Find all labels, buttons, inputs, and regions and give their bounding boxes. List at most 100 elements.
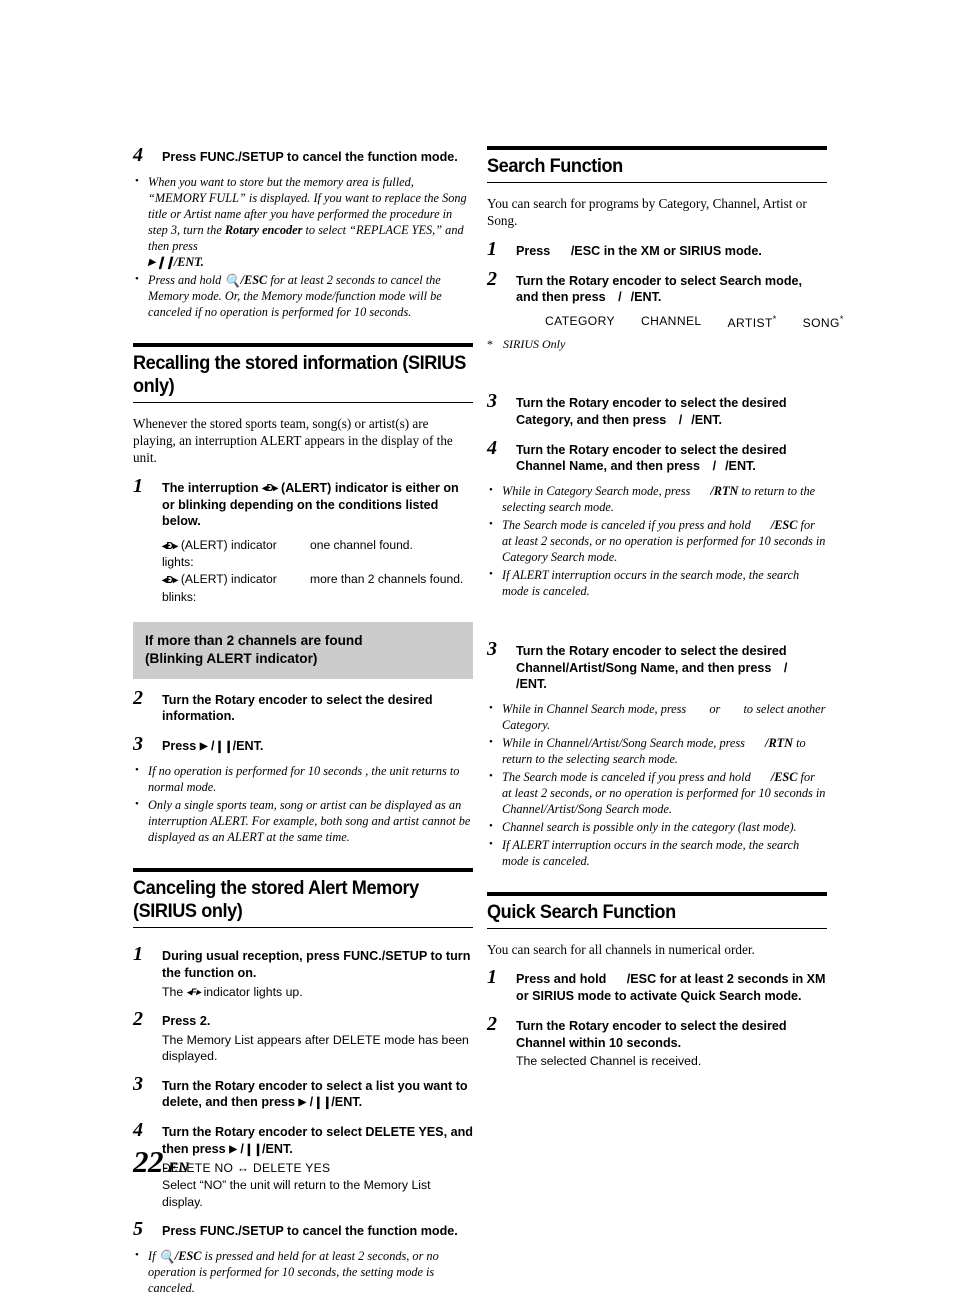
note-text-a: While in Channel/Artist/Song Search mode… [502,736,749,751]
note-text-a: The Search mode is canceled if you press… [502,517,754,532]
search-icon: 🔍 [224,272,241,288]
condition-value: one channel found. [310,538,413,553]
notes-list: While in Channel Search mode, press or t… [487,701,827,870]
alert-indicator-icon: ◂Đ▸ [162,574,178,586]
step-text: Turn the Rotary encoder to select the de… [162,692,473,725]
step-item: 4 Press FUNC./SETUP to cancel the functi… [133,145,473,166]
rotary-encoder-label: Rotary encoder [214,1125,308,1140]
step-text: Press FUNC./SETUP to cancel the function… [162,149,473,166]
note-item: While in Channel Search mode, press or t… [487,701,827,734]
note-item: If no operation is performed for 10 seco… [133,763,473,796]
callout-line-1: If more than 2 channels are found [145,632,363,648]
note-text-a: While in Category Search mode, press [502,484,694,499]
step-substep: Select “NO” the unit will return to the … [162,1178,431,1209]
step-text-a: During usual reception, press [162,949,344,964]
step-number: 3 [487,637,497,660]
step-text-b: to cancel the function mode. [283,1223,458,1238]
key-label-func-setup: FUNC./SETUP [199,150,284,164]
step-text-b: . [206,1014,211,1028]
pause-icon: ❙❙ [155,254,175,269]
step-text-a: Turn the [516,643,569,658]
manual-page: 4 Press FUNC./SETUP to cancel the functi… [0,0,954,1295]
step-item: 3 Turn the Rotary encoder to select a li… [133,1074,473,1112]
step-text-a: Turn the [162,692,215,707]
esc-key-label: /ESC [174,1248,202,1263]
footnote-text: SIRIUS Only [503,337,566,352]
step-substep: The ◂F▸ indicator lights up. [162,984,473,1000]
section-title: Search Function [487,155,623,177]
rotary-encoder-label: Rotary encoder [224,222,303,237]
step-text-a: Press [162,739,200,754]
esc-key-label: /ESC [626,972,657,987]
mode-option-artist-label: ARTIST [727,316,773,331]
key-label-func-setup: FUNC./SETUP [199,1223,284,1238]
rotary-encoder-label: Rotary encoder [568,396,662,411]
section-canceling-header: Canceling the stored Alert Memory (SIRIU… [133,868,473,929]
step-text-a: Press [516,243,554,258]
note-item: If ALERT interruption occurs in the sear… [487,837,827,870]
step-item: 1 Press /ESC in the XM or SIRIUS mode. [487,239,827,260]
step-text: Turn the Rotary encoder to select the de… [516,442,827,475]
step-item: 2 Press 2. The Memory List appears after… [133,1009,473,1065]
rule-bottom [487,927,827,929]
ent-key-label: /ENT. [232,739,264,754]
ent-key-label: /ENT. [516,677,547,692]
function-indicator-icon: ◂F▸ [186,987,201,999]
rotary-encoder-label: Rotary encoder [568,273,662,288]
note-text-a: The Search mode is canceled if you press… [502,770,754,785]
search-mode-options: CATEGORY CHANNEL ARTIST* SONG* [545,314,843,331]
rotary-encoder-label: Rotary encoder [214,1078,308,1093]
esc-key-label: /ESC [770,517,798,532]
rule-bottom [487,182,827,183]
step-text-a: Press and hold [516,972,610,987]
notes-list: If no operation is performed for 10 seco… [133,763,473,846]
step-text: Press /ESC in the XM or SIRIUS mode. [516,243,827,260]
play-icon: ▶ [148,256,156,268]
rotary-encoder-label: Rotary encoder [568,643,662,658]
step-number: 3 [133,1072,143,1095]
step-item: 2 Turn the Rotary encoder to select the … [133,688,473,725]
rule-bottom [133,401,473,403]
section-intro: You can search for all channels in numer… [487,941,755,957]
note-item: The Search mode is canceled if you press… [487,769,827,818]
step-item: 4 Turn the Rotary encoder to select the … [487,438,827,475]
section-search-header: Search Function [487,146,827,183]
ent-key-label: /ENT. [691,412,723,427]
pause-icon: ❙❙ [243,1142,263,1157]
step-text: Turn the Rotary encoder to select Search… [516,273,827,306]
note-item: While in Category Search mode, press /RT… [487,483,827,516]
step-text: Press FUNC./SETUP to cancel the function… [162,1223,473,1240]
step-substep: The selected Channel is received. [516,1054,702,1069]
mode-option-category: CATEGORY [545,314,615,329]
table-row: ◂Đ▸ (ALERT) indicator lights: one channe… [162,537,473,571]
play-icon: ▶ [298,1097,307,1109]
key-label-func-setup: FUNC./SETUP [343,949,428,964]
section-title: Recalling the stored information (SIRIUS… [133,351,466,397]
step-text: Turn the Rotary encoder to select a list… [162,1078,468,1110]
step-text-a: Turn the [516,442,569,457]
notes-list: If 🔍/ESC is pressed and held for at leas… [133,1248,473,1297]
section-recalling-header: Recalling the stored information (SIRIUS… [133,342,473,403]
rotary-encoder-label: Rotary encoder [568,442,662,457]
slash-separator: / [712,459,717,474]
step-substep: The Memory List appears after DELETE mod… [162,1032,469,1064]
play-icon: ▶ [229,1144,237,1156]
step-item: 1 During usual reception, press FUNC./SE… [133,944,473,1000]
page-number-suffix: -EN [163,1160,189,1176]
slash-separator: / [783,660,788,675]
esc-key-label: /ESC [770,770,798,785]
step-text-before: Press [162,150,200,164]
alert-indicator-icon: ◂Đ▸ [162,540,178,552]
condition-label: ◂Đ▸ (ALERT) indicator blinks: [162,571,310,605]
ent-key-label: /ENT. [725,459,756,474]
step-number: 4 [487,436,497,459]
rtn-key-label: /RTN [765,736,794,751]
note-text-a: If [148,1248,159,1263]
note-item: If ALERT interruption occurs in the sear… [487,567,827,600]
section-title: Quick Search Function [487,900,676,923]
note-item: Channel search is possible only in the c… [487,819,827,836]
substep-text-b: indicator lights up. [200,984,303,999]
step-item: 1 Press and hold /ESC for at least 2 sec… [487,967,827,1004]
step-text-b: in the XM or SIRIUS mode. [600,243,762,258]
step-text-a: Turn the [162,1078,215,1093]
